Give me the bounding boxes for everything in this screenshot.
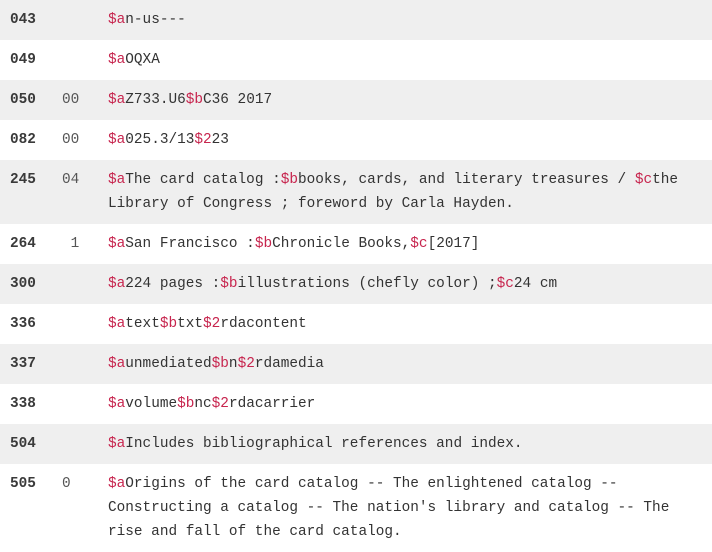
subfield-code: $b — [185, 92, 204, 108]
subfield-code: $a — [108, 476, 126, 492]
subfield-text: San Francisco : — [125, 236, 255, 252]
marc-field-row: 336 $atext$btxt$2rdacontent — [0, 304, 712, 344]
subfield-text: 025.3/13 — [125, 132, 195, 148]
subfield-code: $a — [108, 316, 126, 332]
field-content: $an-us--- — [108, 8, 712, 32]
subfield-text: rdacontent — [220, 316, 307, 332]
field-indicators: 00 — [62, 132, 80, 148]
subfield-text: nc — [194, 396, 212, 412]
field-content: $aOQXA — [108, 48, 712, 72]
subfield-text: n-us--- — [125, 12, 186, 28]
field-content: $a224 pages :$billustrations (chefly col… — [108, 272, 712, 296]
marc-field-row: 050 00 $aZ733.U6$bC36 2017 — [0, 80, 712, 120]
subfield-code: $a — [108, 52, 126, 68]
field-indicators: 00 — [62, 92, 80, 108]
field-content: $aZ733.U6$bC36 2017 — [108, 88, 712, 112]
field-tag: 336 — [10, 316, 36, 332]
marc-field-row: 338 $avolume$bnc$2rdacarrier — [0, 384, 712, 424]
field-tag: 300 — [10, 276, 36, 292]
subfield-text: Z733.U6 — [125, 92, 186, 108]
subfield-code: $2 — [203, 316, 221, 332]
marc-field-row: 049 $aOQXA — [0, 40, 712, 80]
subfield-text: books, cards, and literary treasures / — [298, 172, 635, 188]
marc-field-row: 043 $an-us--- — [0, 0, 712, 40]
subfield-text: Includes bibliographical references and … — [125, 436, 523, 452]
field-content: $atext$btxt$2rdacontent — [108, 312, 712, 336]
subfield-code: $c — [496, 276, 514, 292]
marc-field-row: 337 $aunmediated$bn$2rdamedia — [0, 344, 712, 384]
subfield-text: The card catalog : — [125, 172, 281, 188]
subfield-text: rdacarrier — [228, 396, 316, 412]
subfield-code: $a — [108, 236, 126, 252]
marc-field-row: 264 1 $aSan Francisco :$bChronicle Books,… — [0, 224, 712, 264]
field-tag: 504 — [10, 436, 36, 452]
marc-field-row: 245 04 $aThe card catalog :$bbooks, cards,… — [0, 160, 712, 224]
marc-record-table: 043 $an-us--- 049 $aOQXA 050 00 $aZ733.U6$bC36… — [0, 0, 712, 552]
field-content: $aSan Francisco :$bChronicle Books,$c[20… — [108, 232, 712, 256]
subfield-code: $b — [159, 316, 178, 332]
field-tag: 338 — [10, 396, 36, 412]
field-content: $aThe card catalog :$bbooks, cards, and … — [108, 168, 712, 216]
subfield-code: $b — [220, 276, 238, 292]
subfield-text: 24 cm — [513, 276, 558, 292]
subfield-text: OQXA — [125, 52, 160, 68]
subfield-code: $b — [177, 396, 195, 412]
field-tag: 082 — [10, 132, 36, 148]
subfield-code: $a — [108, 436, 126, 452]
subfield-code: $c — [634, 172, 653, 188]
subfield-code: $b — [280, 172, 299, 188]
subfield-code: $a — [108, 356, 126, 372]
field-tag: 264 — [10, 236, 36, 252]
subfield-text: C36 2017 — [203, 92, 273, 108]
subfield-text: 224 pages : — [125, 276, 221, 292]
field-content: $aIncludes bibliographical references an… — [108, 432, 712, 456]
subfield-text: text — [125, 316, 160, 332]
subfield-code: $a — [108, 172, 126, 188]
field-tag: 337 — [10, 356, 36, 372]
field-content: $aunmediated$bn$2rdamedia — [108, 352, 712, 376]
marc-field-row: 082 00 $a025.3/13$223 — [0, 120, 712, 160]
subfield-text: [2017] — [427, 236, 480, 252]
subfield-code: $a — [108, 132, 126, 148]
subfield-code: $2 — [211, 396, 229, 412]
marc-field-row: 505 0 $aOrigins of the card catalog -- The… — [0, 464, 712, 552]
subfield-code: $b — [211, 356, 229, 372]
field-content: $avolume$bnc$2rdacarrier — [108, 392, 712, 416]
subfield-text: volume — [125, 396, 178, 412]
field-indicators: 04 — [62, 172, 80, 188]
subfield-code: $2 — [194, 132, 212, 148]
marc-field-row: 300 $a224 pages :$billustrations (chefly … — [0, 264, 712, 304]
field-tag: 505 — [10, 476, 36, 492]
subfield-code: $c — [410, 236, 428, 252]
subfield-code: $a — [108, 92, 126, 108]
subfield-code: $2 — [237, 356, 255, 372]
field-indicators: 0 — [62, 476, 71, 492]
field-content: $aOrigins of the card catalog -- The enl… — [108, 472, 712, 544]
subfield-code: $a — [108, 396, 126, 412]
subfield-text: rdamedia — [254, 356, 324, 372]
subfield-text: Chronicle Books, — [272, 236, 411, 252]
subfield-text: 23 — [211, 132, 229, 148]
subfield-code: $b — [254, 236, 273, 252]
field-tag: 050 — [10, 92, 36, 108]
field-tag: 049 — [10, 52, 36, 68]
subfield-text: n — [228, 356, 238, 372]
marc-field-row: 504 $aIncludes bibliographical references… — [0, 424, 712, 464]
field-tag: 043 — [10, 12, 36, 28]
subfield-text: unmediated — [125, 356, 212, 372]
subfield-code: $a — [108, 276, 126, 292]
subfield-text: txt — [177, 316, 204, 332]
field-indicators: 1 — [62, 236, 80, 252]
field-tag: 245 — [10, 172, 36, 188]
subfield-text: illustrations (chefly color) ; — [237, 276, 497, 292]
subfield-code: $a — [108, 12, 126, 28]
field-content: $a025.3/13$223 — [108, 128, 712, 152]
subfield-text: Origins of the card catalog -- The enlig… — [108, 476, 670, 540]
